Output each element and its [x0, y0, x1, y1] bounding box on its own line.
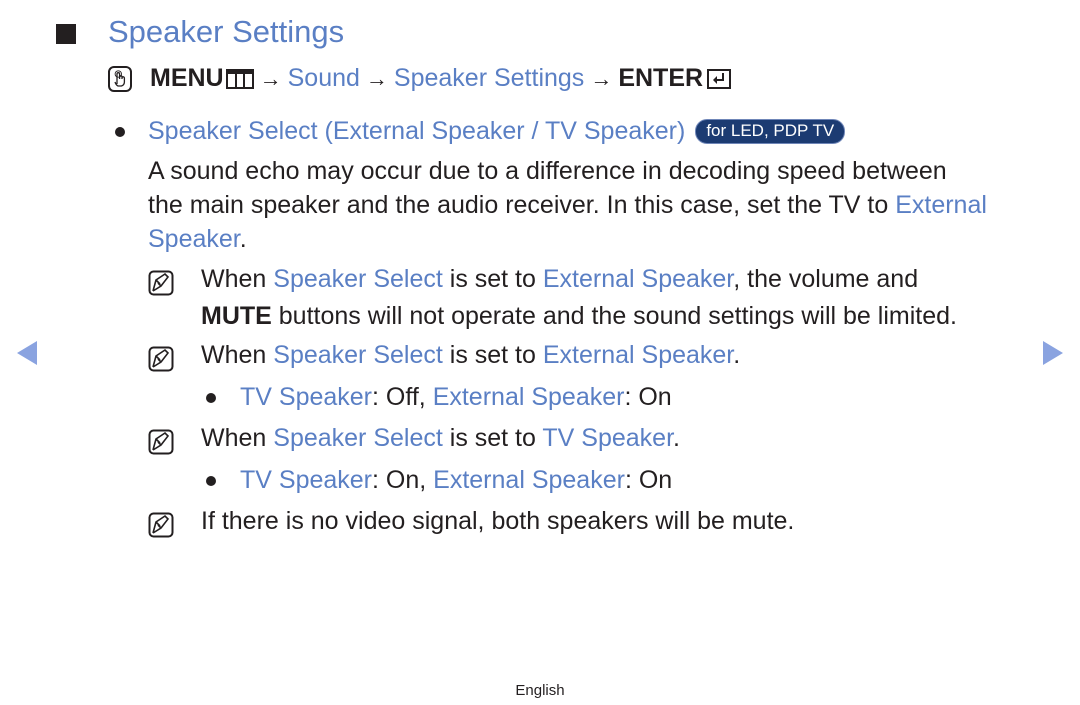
bullet-icon — [115, 127, 125, 137]
item-description-line2: the main speaker and the audio receiver.… — [148, 188, 987, 222]
note-highlight: Speaker Select — [273, 341, 443, 369]
item-description-line1: A sound echo may occur due to a differen… — [148, 157, 947, 185]
note-1-line1: When Speaker Select is set to External S… — [201, 265, 918, 294]
sub-text: : On — [624, 466, 673, 494]
page-title: Speaker Settings — [108, 14, 345, 49]
menu-path: MENU → Sound → Speaker Settings → ENTER — [108, 64, 732, 93]
path-step-speaker-settings: Speaker Settings — [393, 64, 585, 92]
note-text: . — [673, 424, 680, 452]
note-3-sub: TV Speaker: On, External Speaker: On — [240, 466, 672, 495]
previous-page-arrow-icon[interactable] — [17, 341, 37, 365]
note-icon — [148, 270, 174, 296]
path-arrow: → — [365, 65, 388, 91]
next-page-arrow-icon[interactable] — [1043, 341, 1063, 365]
note-highlight: External Speaker — [542, 341, 734, 369]
note-2: When Speaker Select is set to External S… — [201, 341, 740, 370]
bullet-icon — [206, 476, 216, 486]
note-text: When — [201, 265, 274, 293]
note-4: If there is no video signal, both speake… — [201, 507, 795, 535]
sub-highlight: External Speaker — [433, 466, 625, 494]
note-text: is set to — [442, 424, 543, 452]
note-text: is set to — [442, 341, 543, 369]
online-manual-hand-icon — [108, 65, 132, 92]
menu-icon — [225, 68, 254, 89]
title-square-icon — [56, 24, 76, 44]
note-text: When — [201, 424, 274, 452]
note-3: When Speaker Select is set to TV Speaker… — [201, 424, 680, 453]
sub-highlight: TV Speaker — [240, 383, 373, 411]
desc-highlight: Speaker — [148, 225, 240, 253]
note-text: When — [201, 341, 274, 369]
sub-text: : On, — [372, 466, 434, 494]
desc-text: . — [239, 225, 247, 253]
note-icon — [148, 346, 174, 372]
note-text: is set to — [442, 265, 543, 293]
model-badge: for LED, PDP TV — [695, 119, 846, 144]
mute-label: MUTE — [201, 302, 272, 330]
note-highlight: Speaker Select — [273, 265, 443, 293]
item-description-line3: Speaker. — [148, 222, 247, 256]
item-heading-text: Speaker Select (External Speaker / TV Sp… — [148, 117, 686, 145]
path-step-sound: Sound — [287, 64, 360, 92]
sub-highlight: External Speaker — [432, 383, 625, 411]
path-arrow: → — [259, 65, 282, 91]
sub-highlight: TV Speaker — [240, 466, 373, 494]
footer-language: English — [515, 682, 565, 699]
note-2-sub: TV Speaker: Off, External Speaker: On — [240, 383, 672, 412]
sub-text: : On — [624, 383, 672, 411]
item-heading: Speaker Select (External Speaker / TV Sp… — [148, 117, 846, 146]
desc-text: the main speaker and the audio receiver.… — [148, 191, 896, 219]
note-highlight: External Speaker — [542, 265, 734, 293]
note-highlight: TV Speaker — [542, 424, 674, 452]
bullet-icon — [206, 393, 216, 403]
note-icon — [148, 429, 174, 455]
note-text: buttons will not operate and the sound s… — [271, 302, 957, 330]
path-arrow: → — [590, 65, 613, 91]
sub-text: : Off, — [372, 383, 433, 411]
note-text: , the volume and — [733, 265, 919, 293]
desc-highlight: External — [895, 191, 987, 219]
enter-label: ENTER — [618, 64, 704, 92]
enter-icon — [707, 68, 732, 89]
note-highlight: Speaker Select — [273, 424, 443, 452]
note-icon — [148, 512, 174, 538]
note-text: . — [733, 341, 741, 369]
menu-label: MENU — [150, 64, 224, 92]
note-1-line2: MUTE buttons will not operate and the so… — [201, 302, 957, 331]
